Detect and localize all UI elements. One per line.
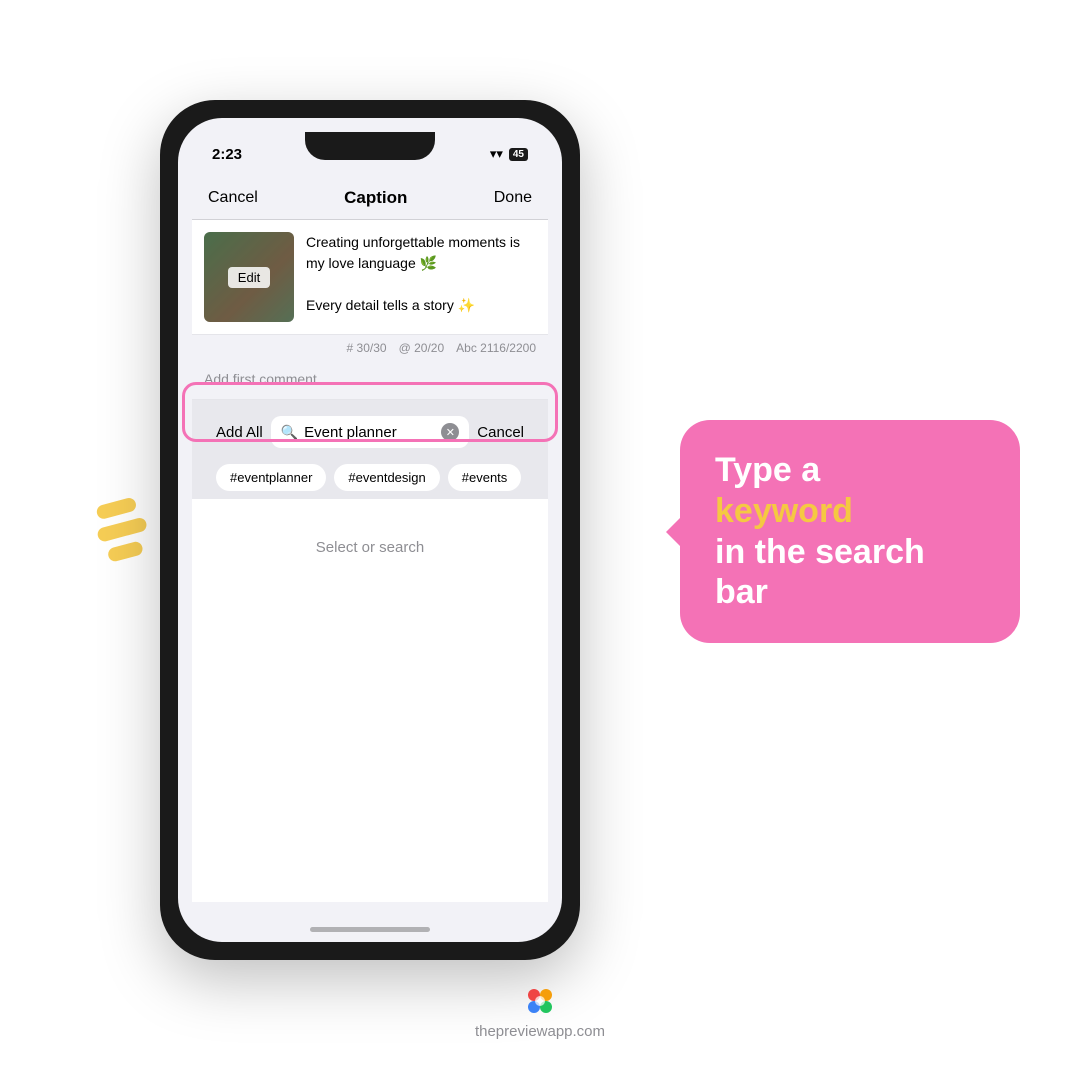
search-input[interactable]: Event planner [304, 424, 435, 441]
home-indicator [310, 927, 430, 932]
battery-badge: 45 [509, 148, 528, 161]
hashtag-count: # 30/30 [347, 341, 387, 355]
content-area: Edit Creating unforgettable moments is m… [192, 220, 548, 902]
search-row: Add All 🔍 Event planner ✕ Cancel [204, 408, 536, 456]
search-cancel-button[interactable]: Cancel [477, 424, 524, 441]
speech-bubble: Type a keyword in the search bar [680, 420, 1020, 643]
add-all-button[interactable]: Add All [216, 424, 263, 441]
app-logo [524, 985, 556, 1017]
phone-notch [305, 132, 435, 160]
post-image: Edit [204, 232, 294, 322]
comment-input-row: Add first comment [192, 361, 548, 400]
comment-placeholder[interactable]: Add first comment [204, 371, 317, 387]
status-time: 2:23 [212, 146, 242, 163]
edit-button[interactable]: Edit [228, 267, 270, 288]
post-preview: Edit Creating unforgettable moments is m… [192, 220, 548, 335]
post-caption[interactable]: Creating unforgettable moments is my lov… [306, 232, 536, 322]
chip-2[interactable]: #events [448, 464, 522, 491]
clear-search-button[interactable]: ✕ [441, 423, 459, 441]
chip-1[interactable]: #eventdesign [334, 464, 439, 491]
nav-title: Caption [344, 188, 407, 208]
select-or-search: Select or search [192, 499, 548, 596]
post-image-overlay: Edit [204, 232, 294, 322]
nav-cancel-button[interactable]: Cancel [208, 189, 258, 207]
footer-url: thepreviewapp.com [475, 1023, 605, 1040]
nav-bar: Cancel Caption Done [192, 176, 548, 220]
hashtag-section: Add All 🔍 Event planner ✕ Cancel #eventp… [192, 400, 548, 499]
phone-mockup: 2:23 ▾▾ 45 Cancel Caption Done Edit [160, 100, 580, 960]
bubble-text: Type a keyword in the search bar [715, 450, 985, 613]
search-input-container[interactable]: 🔍 Event planner ✕ [271, 416, 470, 448]
mention-count: @ 20/20 [399, 341, 445, 355]
char-count: Abc 2116/2200 [456, 341, 536, 355]
stats-row: # 30/30 @ 20/20 Abc 2116/2200 [192, 335, 548, 361]
footer: thepreviewapp.com [0, 985, 1080, 1040]
wifi-icon: ▾▾ [490, 146, 503, 162]
status-icons: ▾▾ 45 [490, 146, 528, 162]
dash-2 [96, 516, 148, 542]
phone-screen: 2:23 ▾▾ 45 Cancel Caption Done Edit [178, 118, 562, 942]
phone-shell: 2:23 ▾▾ 45 Cancel Caption Done Edit [160, 100, 580, 960]
chip-0[interactable]: #eventplanner [216, 464, 326, 491]
chips-row: #eventplanner #eventdesign #events [204, 456, 536, 499]
nav-done-button[interactable]: Done [494, 189, 532, 207]
search-icon: 🔍 [281, 424, 298, 441]
